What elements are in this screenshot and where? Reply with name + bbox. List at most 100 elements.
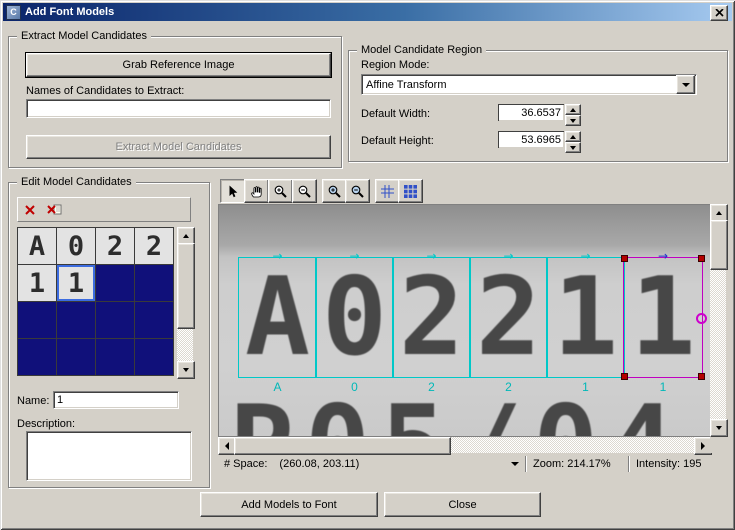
delete-all-candidates-button[interactable]: [42, 200, 66, 220]
char-region-box[interactable]: 2 2: [392, 255, 471, 394]
extract-group-title: Extract Model Candidates: [17, 30, 151, 42]
candidate-cell-empty[interactable]: [96, 265, 134, 301]
model-description-input[interactable]: [26, 431, 192, 481]
dropdown-arrow-button[interactable]: [676, 75, 695, 94]
resize-handle[interactable]: [621, 373, 628, 380]
space-coords: (260.08, 203.11): [279, 458, 360, 470]
scrollbar-thumb[interactable]: [177, 243, 195, 329]
candidate-cell[interactable]: 0: [57, 228, 95, 264]
default-width-spinner: [498, 104, 581, 126]
grid-outline-icon: [381, 184, 394, 198]
names-of-candidates-label: Names of Candidates to Extract:: [26, 85, 185, 97]
char-region-box-selected[interactable]: 1 1: [621, 255, 707, 394]
space-combo[interactable]: # Space: (260.08, 203.11): [218, 455, 524, 474]
candidate-cell-empty[interactable]: [96, 339, 134, 375]
width-spin-down-button[interactable]: [565, 115, 581, 126]
edit-group-title: Edit Model Candidates: [17, 176, 136, 188]
spin-up-icon: [570, 134, 576, 139]
zoom-in-step-button[interactable]: [322, 179, 347, 203]
chevron-down-icon: [510, 462, 519, 466]
canvas-vscrollbar[interactable]: [710, 204, 728, 437]
description-label: Description:: [17, 418, 76, 430]
close-icon: [714, 9, 724, 17]
canvas-hscrollbar[interactable]: [218, 437, 712, 455]
rotate-handle[interactable]: [696, 312, 707, 324]
candidate-glyph: 2: [106, 230, 124, 262]
reference-char: 0: [321, 255, 388, 380]
grab-reference-image-button[interactable]: Grab Reference Image: [25, 52, 332, 78]
zoom-out-tool-button[interactable]: [292, 179, 317, 203]
window-title: Add Font Models: [25, 6, 115, 18]
reference-char: 1: [630, 255, 696, 380]
resize-handle[interactable]: [621, 255, 628, 262]
scrollbar-thumb[interactable]: [710, 220, 728, 270]
candidate-cell[interactable]: 2: [96, 228, 134, 264]
reference-char: 2: [398, 255, 465, 380]
candidate-cell-empty[interactable]: [57, 339, 95, 375]
candidate-cell[interactable]: 2: [135, 228, 173, 264]
close-button[interactable]: [710, 5, 728, 21]
reference-char: A: [244, 255, 311, 380]
width-spin-up-button[interactable]: [565, 104, 581, 115]
scroll-right-icon: [701, 442, 705, 450]
char-region-box[interactable]: A A: [238, 255, 317, 394]
statusbar-separator: [525, 456, 526, 472]
candidate-cell-empty[interactable]: [135, 339, 173, 375]
grid-outline-button[interactable]: [375, 179, 400, 203]
intensity-readout: Intensity: 195: [636, 458, 702, 470]
candidate-cell[interactable]: 1: [18, 265, 56, 301]
candidate-cell-empty[interactable]: [135, 265, 173, 301]
zoom-out-step-button[interactable]: [345, 179, 370, 203]
scroll-down-icon: [183, 368, 189, 372]
candidate-cell-empty[interactable]: [18, 302, 56, 338]
resize-handle[interactable]: [698, 255, 705, 262]
candidate-glyph: 2: [145, 230, 163, 262]
model-name-input[interactable]: [53, 391, 179, 409]
default-height-input[interactable]: [498, 131, 564, 148]
char-region-box[interactable]: 1 1: [546, 255, 625, 394]
reference-second-line: P05/04: [229, 383, 685, 436]
height-spin-down-button[interactable]: [565, 142, 581, 153]
delete-all-icon: [46, 204, 61, 215]
name-label: Name:: [17, 395, 50, 407]
height-spin-up-button[interactable]: [565, 131, 581, 142]
footer-close-button[interactable]: Close: [384, 492, 541, 517]
scroll-down-icon: [716, 426, 722, 430]
image-canvas[interactable]: A A 0 0 2 2 2 2 1 1 1 1 P05/04: [218, 204, 711, 437]
default-width-label: Default Width:: [361, 108, 431, 120]
zoom-in-blue-icon: [328, 185, 341, 198]
space-label: # Space:: [224, 458, 268, 470]
zoom-in-tool-button[interactable]: [268, 179, 293, 203]
char-region-box[interactable]: 0 0: [315, 255, 394, 394]
candidate-cell-empty[interactable]: [96, 302, 134, 338]
model-candidate-region-group: Model Candidate Region Region Mode: Affi…: [348, 44, 728, 162]
space-dropdown-button[interactable]: [506, 456, 523, 473]
reference-char: 1: [552, 255, 619, 380]
candidate-names-input[interactable]: [26, 99, 331, 118]
region-mode-select[interactable]: Affine Transform: [361, 74, 697, 95]
default-height-spinner: [498, 131, 581, 153]
candidate-cell-selected[interactable]: 1: [57, 265, 95, 301]
default-width-input[interactable]: [498, 104, 564, 121]
resize-handle[interactable]: [698, 373, 705, 380]
candidate-grid: A 0 2 2 1 1: [17, 227, 174, 376]
scrollbar-thumb[interactable]: [234, 437, 451, 455]
add-models-to-font-button[interactable]: Add Models to Font: [200, 492, 378, 517]
extract-model-candidates-button[interactable]: Extract Model Candidates: [26, 135, 331, 159]
char-region-box[interactable]: 2 2: [469, 255, 548, 394]
zoom-out-blue-icon: [351, 185, 364, 198]
pan-tool-button[interactable]: [244, 179, 269, 203]
candidate-glyph: 1: [67, 267, 85, 299]
delete-candidate-button[interactable]: [18, 200, 42, 220]
scroll-down-button[interactable]: [710, 419, 728, 437]
candidate-cell[interactable]: A: [18, 228, 56, 264]
select-tool-button[interactable]: [220, 179, 245, 203]
region-mode-label: Region Mode:: [361, 59, 430, 71]
candidate-cell-empty[interactable]: [18, 339, 56, 375]
candidate-grid-scrollbar[interactable]: [177, 227, 195, 379]
candidate-cell-empty[interactable]: [135, 302, 173, 338]
add-font-models-dialog: C Add Font Models Extract Model Candidat…: [0, 0, 735, 530]
candidate-cell-empty[interactable]: [57, 302, 95, 338]
grid-filled-button[interactable]: [398, 179, 423, 203]
scroll-down-button[interactable]: [177, 361, 195, 379]
